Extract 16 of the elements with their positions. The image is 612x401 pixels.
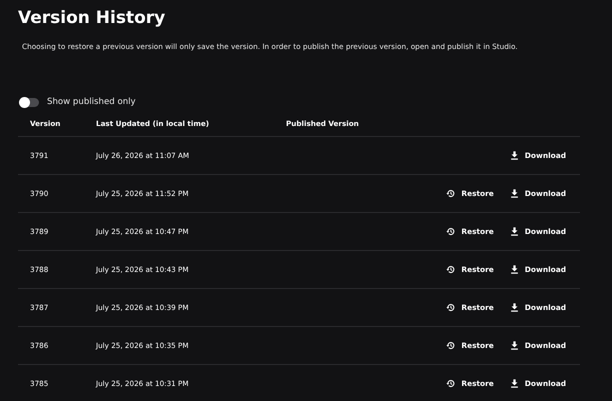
download-icon [510,151,519,160]
download-icon [510,379,519,388]
download-icon [510,227,519,236]
download-icon [510,303,519,312]
published-toggle[interactable] [20,98,39,106]
download-icon [510,189,519,198]
download-icon [510,265,519,274]
history-icon [446,379,456,388]
page-title: Version History [18,8,166,28]
toggle-label: Show published only [47,97,136,107]
history-icon [446,265,456,274]
history-icon [446,341,456,350]
download-icon [510,341,519,350]
history-icon [446,227,456,236]
history-icon [446,303,456,312]
history-icon [446,189,456,198]
